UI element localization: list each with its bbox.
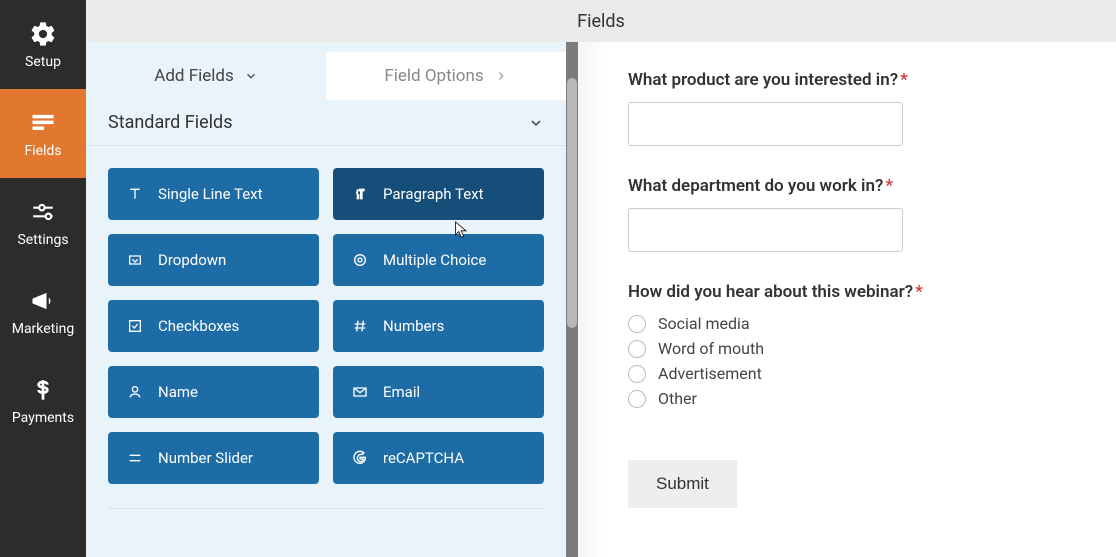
scrollbar-thumb[interactable]	[567, 78, 577, 328]
rail-label: Fields	[24, 143, 61, 159]
rail-fields[interactable]: Fields	[0, 89, 86, 178]
envelope-icon	[351, 383, 369, 401]
field-chip-name[interactable]: Name	[108, 366, 319, 418]
field-chip-checkboxes[interactable]: Checkboxes	[108, 300, 319, 352]
rail-label: Marketing	[12, 321, 75, 337]
user-icon	[126, 383, 144, 401]
left-rail: Setup Fields Settings Marketing Payments	[0, 0, 86, 557]
paragraph-icon	[351, 185, 369, 203]
chevron-right-icon	[494, 69, 508, 83]
radio-icon	[351, 251, 369, 269]
rail-marketing[interactable]: Marketing	[0, 267, 86, 356]
field-label: What product are you interested in?*	[628, 70, 1062, 90]
field-chip-multiple-choice[interactable]: Multiple Choice	[333, 234, 544, 286]
bullhorn-icon	[28, 286, 58, 316]
chevron-down-icon	[244, 69, 258, 83]
rail-label: Payments	[12, 410, 74, 426]
form-icon	[28, 108, 58, 138]
text-input[interactable]	[628, 102, 903, 146]
slider-icon	[126, 449, 144, 467]
radio-option[interactable]: Advertisement	[628, 364, 1062, 383]
google-icon	[351, 449, 369, 467]
sliders-icon	[28, 197, 58, 227]
dropdown-icon	[126, 251, 144, 269]
page-title-bar: Fields	[86, 0, 1116, 42]
rail-settings[interactable]: Settings	[0, 178, 86, 267]
radio-option[interactable]: Word of mouth	[628, 339, 1062, 358]
radio-icon	[628, 390, 646, 408]
chevron-down-icon	[528, 115, 544, 131]
gear-icon	[28, 19, 58, 49]
field-palette: Add Fields Field Options Standard Fields…	[86, 42, 578, 557]
field-chip-paragraph-text[interactable]: Paragraph Text	[333, 168, 544, 220]
radio-option[interactable]: Social media	[628, 314, 1062, 333]
radio-icon	[628, 315, 646, 333]
field-label: How did you hear about this webinar?*	[628, 282, 1062, 302]
hash-icon	[351, 317, 369, 335]
dollar-icon	[28, 375, 58, 405]
tab-add-fields[interactable]: Add Fields	[86, 52, 326, 100]
field-chip-recaptcha[interactable]: reCAPTCHA	[333, 432, 544, 484]
field-chip-numbers[interactable]: Numbers	[333, 300, 544, 352]
field-chip-email[interactable]: Email	[333, 366, 544, 418]
rail-label: Settings	[17, 232, 68, 248]
rail-label: Setup	[25, 54, 61, 70]
page-title: Fields	[577, 11, 625, 32]
rail-payments[interactable]: Payments	[0, 356, 86, 445]
check-icon	[126, 317, 144, 335]
field-chip-dropdown[interactable]: Dropdown	[108, 234, 319, 286]
rail-setup[interactable]: Setup	[0, 0, 86, 89]
field-chip-single-line-text[interactable]: Single Line Text	[108, 168, 319, 220]
section-standard-fields[interactable]: Standard Fields	[86, 100, 566, 145]
text-input[interactable]	[628, 208, 903, 252]
field-chip-number-slider[interactable]: Number Slider	[108, 432, 319, 484]
radio-icon	[628, 340, 646, 358]
radio-icon	[628, 365, 646, 383]
radio-option[interactable]: Other	[628, 389, 1062, 408]
tab-field-options[interactable]: Field Options	[326, 52, 566, 100]
text-icon	[126, 185, 144, 203]
submit-button[interactable]: Submit	[628, 460, 737, 508]
field-label: What department do you work in?*	[628, 176, 1062, 196]
form-preview: What product are you interested in?* Wha…	[578, 42, 1116, 557]
